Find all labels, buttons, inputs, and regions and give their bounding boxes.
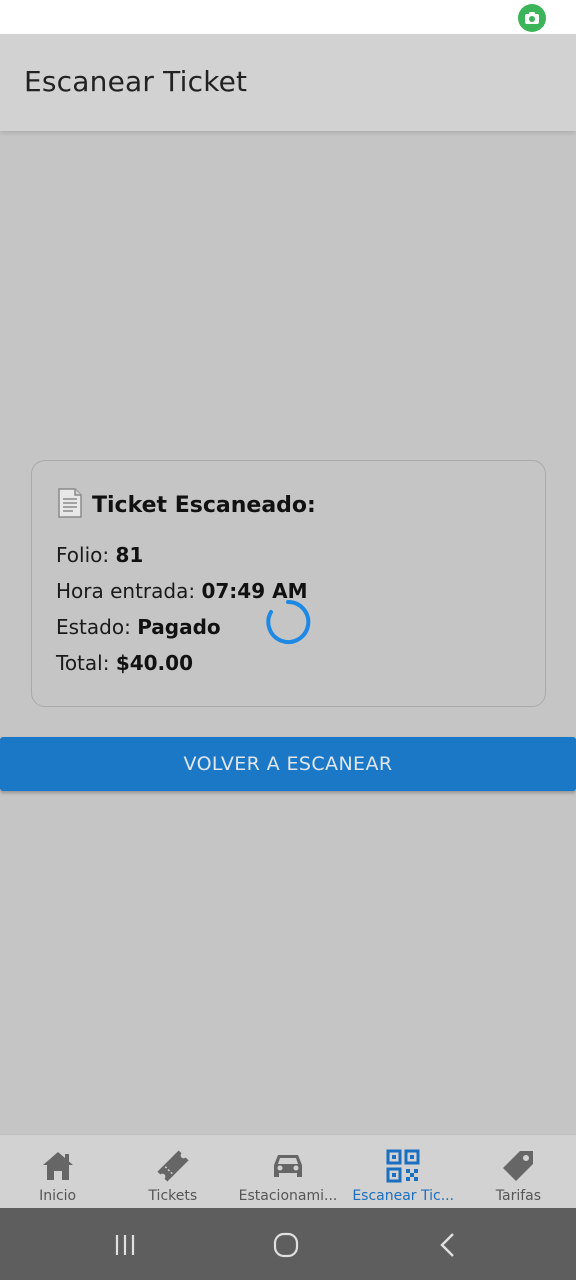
tab-label: Estacionami...: [238, 1188, 338, 1204]
back-icon[interactable]: [433, 1230, 463, 1260]
system-navigation-bar: [0, 1208, 576, 1280]
app-bar: Escanear Ticket: [0, 34, 576, 131]
home-icon: [39, 1147, 77, 1185]
total-value: $40.00: [115, 651, 193, 675]
tab-escanear-ticket[interactable]: Escanear Tic...: [346, 1135, 461, 1208]
tab-label: Inicio: [39, 1188, 77, 1204]
bottom-tab-bar: Inicio Tickets Estacionami... Escanear T…: [0, 1134, 576, 1208]
folio-row: Folio: 81: [56, 537, 307, 573]
scan-again-button[interactable]: VOLVER A ESCANEAR: [0, 737, 576, 791]
tab-estacionamiento[interactable]: Estacionami...: [230, 1135, 345, 1208]
qr-code-icon: [384, 1147, 422, 1185]
car-icon: [269, 1147, 307, 1185]
folio-value: 81: [115, 543, 144, 567]
tab-label: Tarifas: [495, 1188, 542, 1204]
tab-label: Tickets: [148, 1188, 198, 1204]
status-label: Estado:: [56, 615, 131, 639]
tab-tarifas[interactable]: Tarifas: [461, 1135, 576, 1208]
document-icon: [56, 487, 92, 523]
ticket-heading-text: Ticket Escaneado:: [92, 492, 316, 518]
page-title: Escanear Ticket: [24, 65, 248, 98]
folio-label: Folio:: [56, 543, 110, 567]
entry-time-label: Hora entrada:: [56, 579, 196, 603]
status-value: Pagado: [137, 615, 221, 639]
ticket-heading: Ticket Escaneado:: [56, 487, 316, 523]
total-label: Total:: [56, 651, 110, 675]
total-row: Total: $40.00: [56, 645, 307, 681]
tab-label: Escanear Tic...: [352, 1188, 455, 1204]
ticket-icon: [154, 1147, 192, 1185]
ticket-card: Ticket Escaneado: Folio: 81 Hora entrada…: [31, 460, 546, 707]
status-bar: [0, 0, 576, 34]
tag-icon: [499, 1147, 537, 1185]
camera-indicator-icon: [518, 4, 546, 32]
recent-apps-icon[interactable]: [110, 1230, 140, 1260]
loading-spinner-icon: [264, 598, 312, 646]
home-button-icon[interactable]: [271, 1230, 301, 1260]
tab-inicio[interactable]: Inicio: [0, 1135, 115, 1208]
tab-tickets[interactable]: Tickets: [115, 1135, 230, 1208]
